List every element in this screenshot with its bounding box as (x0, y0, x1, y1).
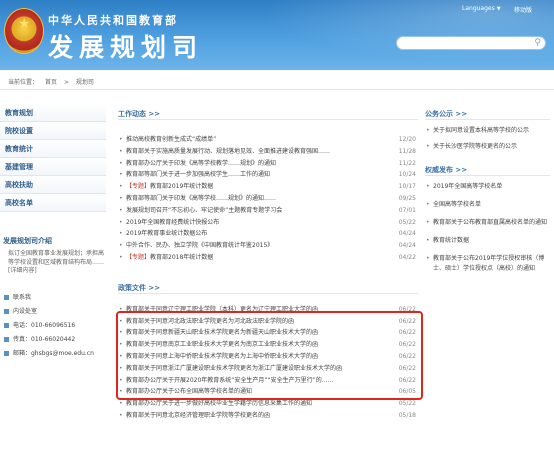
list-item[interactable]: • 教育部办公厅关于印发《高等学校教学……规划》的通知 11/22 (118, 158, 418, 170)
nav-item-education-statistics[interactable]: 教育统计 (0, 140, 106, 158)
phone-icon (4, 323, 9, 328)
list-item[interactable]: • 教育部等部门关于进一步加强高校学生……工作的通知 10/24 (118, 169, 418, 181)
search-input[interactable]: ⚲ (396, 36, 546, 50)
list-item[interactable]: • 2019年全国教育经费统计快报公布 05/22 (118, 217, 418, 229)
department-intro-text: 拟订全国教育事业发展规划；承担高等学校设置和区域教育结构布局……[详细内容] (8, 250, 105, 274)
list-item[interactable]: • 2019年教育事业统计数据公布 04/24 (118, 228, 418, 240)
breadcrumb: 当前位置： 首页 > 规划司 (0, 76, 554, 90)
left-navigation: 教育规划 院校设置 教育统计 基建管理 高校扶助 高校名单 (0, 104, 106, 212)
list-item[interactable]: • 教育部关于公布教育部直属高校名单的通知 (425, 218, 550, 228)
bullet-icon: • (119, 194, 123, 202)
authority-title[interactable]: 权威发布 >> (425, 164, 550, 176)
list-item[interactable]: • 【专题】教育部2019年统计数据 10/17 (118, 181, 418, 193)
list-item[interactable]: • 关于长沙医学院等校更名的公示 (425, 142, 550, 152)
bullet-icon: • (426, 219, 430, 226)
fax-icon (4, 337, 9, 342)
list-item[interactable]: • 关于拟同意设置本科高等学校的公示 (425, 126, 550, 136)
bullet-icon: • (426, 143, 430, 150)
bullet-icon: • (119, 253, 123, 261)
header-decoration (224, 0, 554, 70)
highlight-box (116, 311, 423, 400)
national-emblem-icon: ★ (4, 8, 44, 54)
list-item[interactable]: • 全国高等学校名单 (425, 200, 550, 210)
list-item[interactable]: • 教育部关于同意北京经济管理职业学院等学校更名的函 05/18 (118, 410, 418, 422)
nav-item-institution-setup[interactable]: 院校设置 (0, 122, 106, 140)
bullet-icon: • (119, 411, 123, 419)
nav-item-education-planning[interactable]: 教育规划 (0, 104, 106, 122)
bullet-icon: • (119, 218, 123, 226)
work-news-list: • 推动高校教育创新生成式“成绩单” 12/20 • 教育部关于实施高质量发展行动、规… (118, 134, 418, 264)
square-bullet-icon (4, 295, 9, 300)
work-news-title[interactable]: 工作动态 >> (118, 108, 418, 120)
bullet-icon: • (426, 255, 430, 262)
list-item[interactable]: • 教育部关于公布2019年学位授权审核（博士、硕士）学位授权点（高校）的通知 (425, 254, 550, 274)
mobile-version-link[interactable]: 移动版 (514, 5, 532, 14)
right-sidebar: 公务公示 >> • 关于拟同意设置本科高等学校的公示 • 关于长沙医学院等校更名的公… (425, 108, 550, 274)
bullet-icon: • (426, 201, 430, 208)
nav-item-construction-management[interactable]: 基建管理 (0, 158, 106, 176)
department-intro-title[interactable]: 发展规划司介绍 (3, 236, 52, 246)
breadcrumb-current[interactable]: 规划司 (76, 79, 94, 86)
chevron-down-icon: ▼ (496, 6, 501, 12)
bullet-icon: • (119, 136, 123, 143)
list-item[interactable]: • 推动高校教育创新生成式“成绩单” 12/20 (118, 134, 418, 146)
list-item[interactable]: • 【专题】教育部2018年统计数据 04/22 (118, 252, 418, 264)
bullet-icon: • (119, 206, 123, 214)
bullet-icon: • (426, 237, 430, 244)
bullet-icon: • (119, 183, 123, 191)
breadcrumb-separator: > (63, 79, 69, 86)
contact-email[interactable]: 邮箱：ghsbgs@moe.edu.cn (4, 348, 108, 360)
list-item[interactable]: • 2019年全国高等学校名单 (425, 182, 550, 192)
notices-title[interactable]: 公务公示 >> (425, 108, 550, 120)
bullet-icon: • (119, 242, 123, 250)
list-item[interactable]: • 教育统计数据 (425, 236, 550, 246)
email-icon (4, 351, 9, 356)
bullet-icon: • (119, 159, 123, 167)
list-item[interactable]: • 发展规划司召开“不忘初心、牢记使命”主题教育专题学习会 07/01 (118, 205, 418, 217)
bullet-icon: • (119, 230, 123, 238)
department-title[interactable]: 发展规划司 (48, 28, 203, 64)
policy-docs-title[interactable]: 政策文件 >> (118, 282, 418, 294)
search-icon[interactable]: ⚲ (534, 38, 541, 49)
list-item[interactable]: • 教育部等部门关于印发《高等学校……规划》的通知…… 09/25 (118, 193, 418, 205)
nav-item-college-aid[interactable]: 高校扶助 (0, 176, 106, 194)
site-header: ★ 中华人民共和国教育部 发展规划司 Languages ▼ 移动版 ⚲ (0, 0, 554, 70)
bullet-icon: • (119, 171, 123, 179)
contact-us-link[interactable]: 联系我 (4, 292, 108, 304)
square-bullet-icon (4, 309, 9, 314)
contact-phone: 电话：010-66096516 (4, 320, 108, 332)
list-item[interactable]: • 教育部关于实施高质量发展行动、规划落地见效、全面推进建设教育强国…… 11/28 (118, 146, 418, 158)
bullet-icon: • (426, 127, 430, 134)
languages-menu[interactable]: Languages ▼ (462, 5, 501, 12)
nav-item-college-list[interactable]: 高校名单 (0, 194, 106, 212)
contact-fax: 传真：010-66020442 (4, 334, 108, 346)
list-item[interactable]: • 中外合作、民办、独立学院《中国教育统计年鉴2015》 04/24 (118, 240, 418, 252)
breadcrumb-prefix: 当前位置： (8, 79, 39, 86)
bullet-icon: • (119, 147, 123, 155)
internal-divisions-link[interactable]: 内设处室 (4, 306, 108, 318)
ministry-name: 中华人民共和国教育部 (48, 14, 178, 27)
breadcrumb-home[interactable]: 首页 (45, 79, 57, 86)
bullet-icon: • (426, 183, 430, 190)
